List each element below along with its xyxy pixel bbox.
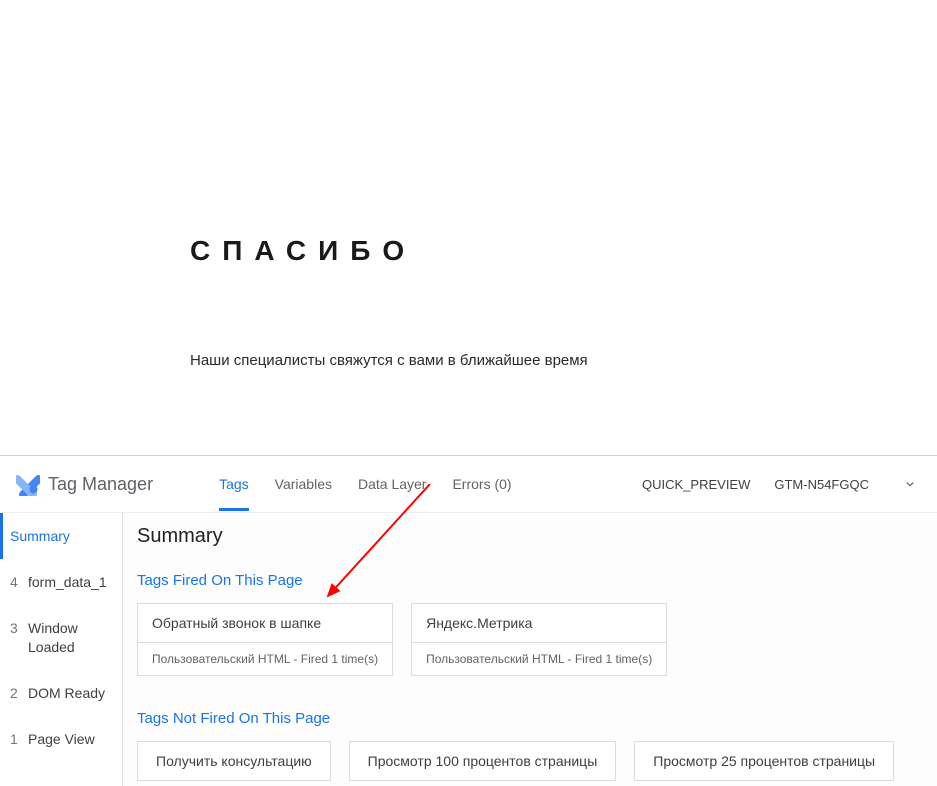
gtm-sidebar: Summary 4 form_data_1 3 Window Loaded 2 …	[0, 513, 123, 786]
sidebar-item-event[interactable]: 1 Page View	[0, 716, 122, 762]
sidebar-item-event[interactable]: 4 form_data_1	[0, 559, 122, 605]
tag-card-title: Обратный звонок в шапке	[138, 604, 392, 642]
sidebar-item-label: Summary	[10, 527, 112, 545]
tag-card-title: Яндекс.Метрика	[412, 604, 666, 642]
tag-card-meta: Пользовательский HTML - Fired 1 time(s)	[138, 642, 392, 675]
sidebar-item-label: DOM Ready	[28, 684, 112, 702]
tab-data-layer[interactable]: Data Layer	[358, 458, 426, 511]
gtm-header-right: QUICK_PREVIEW GTM-N54FGQC	[642, 477, 917, 492]
tag-card-title: Просмотр 100 процентов страницы	[350, 742, 616, 780]
fired-section-title: Tags Fired On This Page	[137, 572, 923, 589]
gtm-logo: Tag Manager	[16, 472, 153, 496]
not-fired-tag-cards: Получить консультацию Просмотр 100 проце…	[137, 741, 923, 781]
sidebar-item-event[interactable]: 3 Window Loaded	[0, 605, 122, 669]
tag-card[interactable]: Просмотр 100 процентов страницы	[349, 741, 617, 781]
gtm-body: Summary 4 form_data_1 3 Window Loaded 2 …	[0, 513, 937, 786]
tag-card[interactable]: Просмотр 25 процентов страницы	[634, 741, 894, 781]
fired-tag-cards: Обратный звонок в шапке Пользовательский…	[137, 603, 923, 676]
sidebar-item-num: 1	[10, 730, 20, 748]
tab-errors[interactable]: Errors (0)	[452, 458, 511, 511]
thanks-subtitle: Наши специалисты свяжутся с вами в ближа…	[190, 352, 937, 369]
tab-variables[interactable]: Variables	[275, 458, 332, 511]
sidebar-item-event[interactable]: 2 DOM Ready	[0, 670, 122, 716]
sidebar-item-label: form_data_1	[28, 573, 112, 591]
tag-card-meta: Пользовательский HTML - Fired 1 time(s)	[412, 642, 666, 675]
sidebar-item-num: 2	[10, 684, 20, 702]
page-content: СПАСИБО Наши специалисты свяжутся с вами…	[0, 0, 937, 455]
preview-label: QUICK_PREVIEW	[642, 477, 750, 492]
main-title: Summary	[137, 525, 923, 548]
tab-tags[interactable]: Tags	[219, 458, 249, 511]
not-fired-section-title: Tags Not Fired On This Page	[137, 710, 923, 727]
tag-card[interactable]: Получить консультацию	[137, 741, 331, 781]
sidebar-item-summary[interactable]: Summary	[0, 513, 122, 559]
chevron-down-icon[interactable]	[903, 477, 917, 491]
gtm-logo-icon	[16, 472, 40, 496]
gtm-main: Summary Tags Fired On This Page Обратный…	[123, 513, 937, 786]
tag-card[interactable]: Яндекс.Метрика Пользовательский HTML - F…	[411, 603, 667, 676]
thanks-title: СПАСИБО	[190, 235, 937, 267]
gtm-debug-panel: Tag Manager Tags Variables Data Layer Er…	[0, 455, 937, 786]
sidebar-item-label: Window Loaded	[28, 619, 112, 655]
container-id-label: GTM-N54FGQC	[774, 477, 869, 492]
tag-card-title: Просмотр 25 процентов страницы	[635, 742, 893, 780]
tag-card-title: Получить консультацию	[138, 742, 330, 780]
sidebar-item-label: Page View	[28, 730, 112, 748]
gtm-brand-label: Tag Manager	[48, 474, 153, 495]
sidebar-item-num: 4	[10, 573, 20, 591]
sidebar-item-num: 3	[10, 619, 20, 655]
tag-card[interactable]: Обратный звонок в шапке Пользовательский…	[137, 603, 393, 676]
gtm-header: Tag Manager Tags Variables Data Layer Er…	[0, 456, 937, 513]
gtm-tabs: Tags Variables Data Layer Errors (0)	[219, 458, 512, 511]
